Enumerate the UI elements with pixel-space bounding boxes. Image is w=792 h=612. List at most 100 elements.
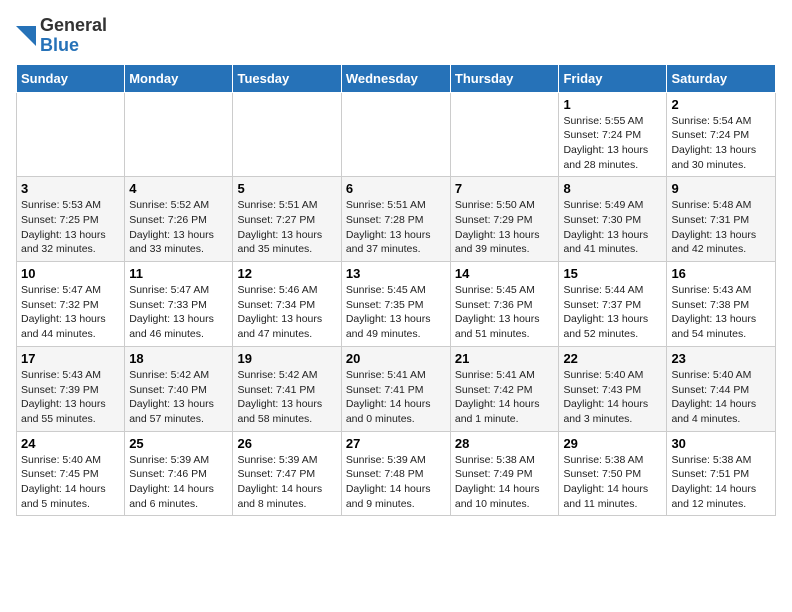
day-info: Sunrise: 5:39 AM Sunset: 7:47 PM Dayligh… [237, 453, 336, 512]
day-number: 12 [237, 266, 336, 281]
day-info: Sunrise: 5:43 AM Sunset: 7:39 PM Dayligh… [21, 368, 120, 427]
day-info: Sunrise: 5:55 AM Sunset: 7:24 PM Dayligh… [563, 114, 662, 173]
calendar-header: SundayMondayTuesdayWednesdayThursdayFrid… [17, 64, 776, 92]
calendar-cell: 13 Sunrise: 5:45 AM Sunset: 7:35 PM Dayli… [341, 262, 450, 347]
calendar-cell: 25 Sunrise: 5:39 AM Sunset: 7:46 PM Dayli… [125, 431, 233, 516]
calendar-cell: 7Sunrise: 5:50 AM Sunset: 7:29 PM Daylig… [450, 177, 559, 262]
calendar-cell: 15Sunrise: 5:44 AM Sunset: 7:37 PM Dayli… [559, 262, 667, 347]
weekday-header: Wednesday [341, 64, 450, 92]
day-number: 6 [346, 181, 446, 196]
calendar-cell: 9Sunrise: 5:48 AM Sunset: 7:31 PM Daylig… [667, 177, 776, 262]
day-info: Sunrise: 5:47 AM Sunset: 7:32 PM Dayligh… [21, 283, 120, 342]
calendar-cell: 21Sunrise: 5:41 AM Sunset: 7:42 PM Dayli… [450, 346, 559, 431]
calendar-week-row: 3Sunrise: 5:53 AM Sunset: 7:25 PM Daylig… [17, 177, 776, 262]
calendar-cell: 29 Sunrise: 5:38 AM Sunset: 7:50 PM Dayli… [559, 431, 667, 516]
calendar-cell: 14 Sunrise: 5:45 AM Sunset: 7:36 PM Dayli… [450, 262, 559, 347]
calendar-cell: 3Sunrise: 5:53 AM Sunset: 7:25 PM Daylig… [17, 177, 125, 262]
day-number: 13 [346, 266, 446, 281]
calendar-week-row: 1Sunrise: 5:55 AM Sunset: 7:24 PM Daylig… [17, 92, 776, 177]
logo-blue-text: Blue [40, 36, 107, 56]
day-number: 21 [455, 351, 555, 366]
day-info: Sunrise: 5:40 AM Sunset: 7:44 PM Dayligh… [671, 368, 771, 427]
calendar-cell: 22 Sunrise: 5:40 AM Sunset: 7:43 PM Dayli… [559, 346, 667, 431]
calendar-cell [233, 92, 341, 177]
day-info: Sunrise: 5:54 AM Sunset: 7:24 PM Dayligh… [671, 114, 771, 173]
day-number: 26 [237, 436, 336, 451]
calendar-cell: 18 Sunrise: 5:42 AM Sunset: 7:40 PM Dayli… [125, 346, 233, 431]
logo: General Blue [16, 16, 107, 56]
day-info: Sunrise: 5:45 AM Sunset: 7:36 PM Dayligh… [455, 283, 555, 342]
day-number: 24 [21, 436, 120, 451]
calendar-cell: 10Sunrise: 5:47 AM Sunset: 7:32 PM Dayli… [17, 262, 125, 347]
day-info: Sunrise: 5:52 AM Sunset: 7:26 PM Dayligh… [129, 198, 228, 257]
day-info: Sunrise: 5:46 AM Sunset: 7:34 PM Dayligh… [237, 283, 336, 342]
day-info: Sunrise: 5:47 AM Sunset: 7:33 PM Dayligh… [129, 283, 228, 342]
weekday-row: SundayMondayTuesdayWednesdayThursdayFrid… [17, 64, 776, 92]
calendar-table: SundayMondayTuesdayWednesdayThursdayFrid… [16, 64, 776, 517]
day-number: 27 [346, 436, 446, 451]
day-info: Sunrise: 5:39 AM Sunset: 7:46 PM Dayligh… [129, 453, 228, 512]
day-info: Sunrise: 5:41 AM Sunset: 7:41 PM Dayligh… [346, 368, 446, 427]
calendar-cell [450, 92, 559, 177]
calendar-cell: 5 Sunrise: 5:51 AM Sunset: 7:27 PM Daylig… [233, 177, 341, 262]
calendar-cell: 23 Sunrise: 5:40 AM Sunset: 7:44 PM Dayli… [667, 346, 776, 431]
calendar-cell: 19 Sunrise: 5:42 AM Sunset: 7:41 PM Dayli… [233, 346, 341, 431]
weekday-header: Friday [559, 64, 667, 92]
calendar-cell: 27 Sunrise: 5:39 AM Sunset: 7:48 PM Dayli… [341, 431, 450, 516]
day-number: 28 [455, 436, 555, 451]
weekday-header: Saturday [667, 64, 776, 92]
day-info: Sunrise: 5:38 AM Sunset: 7:51 PM Dayligh… [671, 453, 771, 512]
day-number: 25 [129, 436, 228, 451]
day-info: Sunrise: 5:43 AM Sunset: 7:38 PM Dayligh… [671, 283, 771, 342]
calendar-cell: 1Sunrise: 5:55 AM Sunset: 7:24 PM Daylig… [559, 92, 667, 177]
day-number: 20 [346, 351, 446, 366]
calendar-cell [341, 92, 450, 177]
day-info: Sunrise: 5:40 AM Sunset: 7:45 PM Dayligh… [21, 453, 120, 512]
day-info: Sunrise: 5:44 AM Sunset: 7:37 PM Dayligh… [563, 283, 662, 342]
day-number: 22 [563, 351, 662, 366]
day-number: 14 [455, 266, 555, 281]
weekday-header: Monday [125, 64, 233, 92]
calendar-cell: 4 Sunrise: 5:52 AM Sunset: 7:26 PM Daylig… [125, 177, 233, 262]
calendar-week-row: 10Sunrise: 5:47 AM Sunset: 7:32 PM Dayli… [17, 262, 776, 347]
calendar-cell: 8Sunrise: 5:49 AM Sunset: 7:30 PM Daylig… [559, 177, 667, 262]
day-number: 5 [237, 181, 336, 196]
day-info: Sunrise: 5:42 AM Sunset: 7:41 PM Dayligh… [237, 368, 336, 427]
day-info: Sunrise: 5:45 AM Sunset: 7:35 PM Dayligh… [346, 283, 446, 342]
day-number: 30 [671, 436, 771, 451]
calendar-cell [17, 92, 125, 177]
calendar-cell [125, 92, 233, 177]
logo-triangle-icon [16, 26, 36, 46]
weekday-header: Tuesday [233, 64, 341, 92]
day-number: 29 [563, 436, 662, 451]
calendar-body: 1Sunrise: 5:55 AM Sunset: 7:24 PM Daylig… [17, 92, 776, 516]
day-info: Sunrise: 5:50 AM Sunset: 7:29 PM Dayligh… [455, 198, 555, 257]
calendar-cell: 2 Sunrise: 5:54 AM Sunset: 7:24 PM Daylig… [667, 92, 776, 177]
day-number: 23 [671, 351, 771, 366]
day-number: 16 [671, 266, 771, 281]
day-number: 18 [129, 351, 228, 366]
page-header: General Blue [16, 16, 776, 56]
calendar-cell: 17 Sunrise: 5:43 AM Sunset: 7:39 PM Dayli… [17, 346, 125, 431]
day-number: 17 [21, 351, 120, 366]
day-info: Sunrise: 5:38 AM Sunset: 7:49 PM Dayligh… [455, 453, 555, 512]
day-info: Sunrise: 5:39 AM Sunset: 7:48 PM Dayligh… [346, 453, 446, 512]
calendar-cell: 26 Sunrise: 5:39 AM Sunset: 7:47 PM Dayli… [233, 431, 341, 516]
weekday-header: Thursday [450, 64, 559, 92]
day-info: Sunrise: 5:40 AM Sunset: 7:43 PM Dayligh… [563, 368, 662, 427]
calendar-cell: 28 Sunrise: 5:38 AM Sunset: 7:49 PM Dayli… [450, 431, 559, 516]
day-number: 11 [129, 266, 228, 281]
day-number: 19 [237, 351, 336, 366]
day-number: 8 [563, 181, 662, 196]
day-info: Sunrise: 5:48 AM Sunset: 7:31 PM Dayligh… [671, 198, 771, 257]
day-info: Sunrise: 5:53 AM Sunset: 7:25 PM Dayligh… [21, 198, 120, 257]
day-number: 2 [671, 97, 771, 112]
calendar-cell: 24 Sunrise: 5:40 AM Sunset: 7:45 PM Dayli… [17, 431, 125, 516]
day-info: Sunrise: 5:51 AM Sunset: 7:27 PM Dayligh… [237, 198, 336, 257]
day-info: Sunrise: 5:38 AM Sunset: 7:50 PM Dayligh… [563, 453, 662, 512]
calendar-week-row: 17 Sunrise: 5:43 AM Sunset: 7:39 PM Dayli… [17, 346, 776, 431]
day-info: Sunrise: 5:42 AM Sunset: 7:40 PM Dayligh… [129, 368, 228, 427]
day-number: 4 [129, 181, 228, 196]
calendar-cell: 12 Sunrise: 5:46 AM Sunset: 7:34 PM Dayli… [233, 262, 341, 347]
calendar-cell: 20 Sunrise: 5:41 AM Sunset: 7:41 PM Dayli… [341, 346, 450, 431]
